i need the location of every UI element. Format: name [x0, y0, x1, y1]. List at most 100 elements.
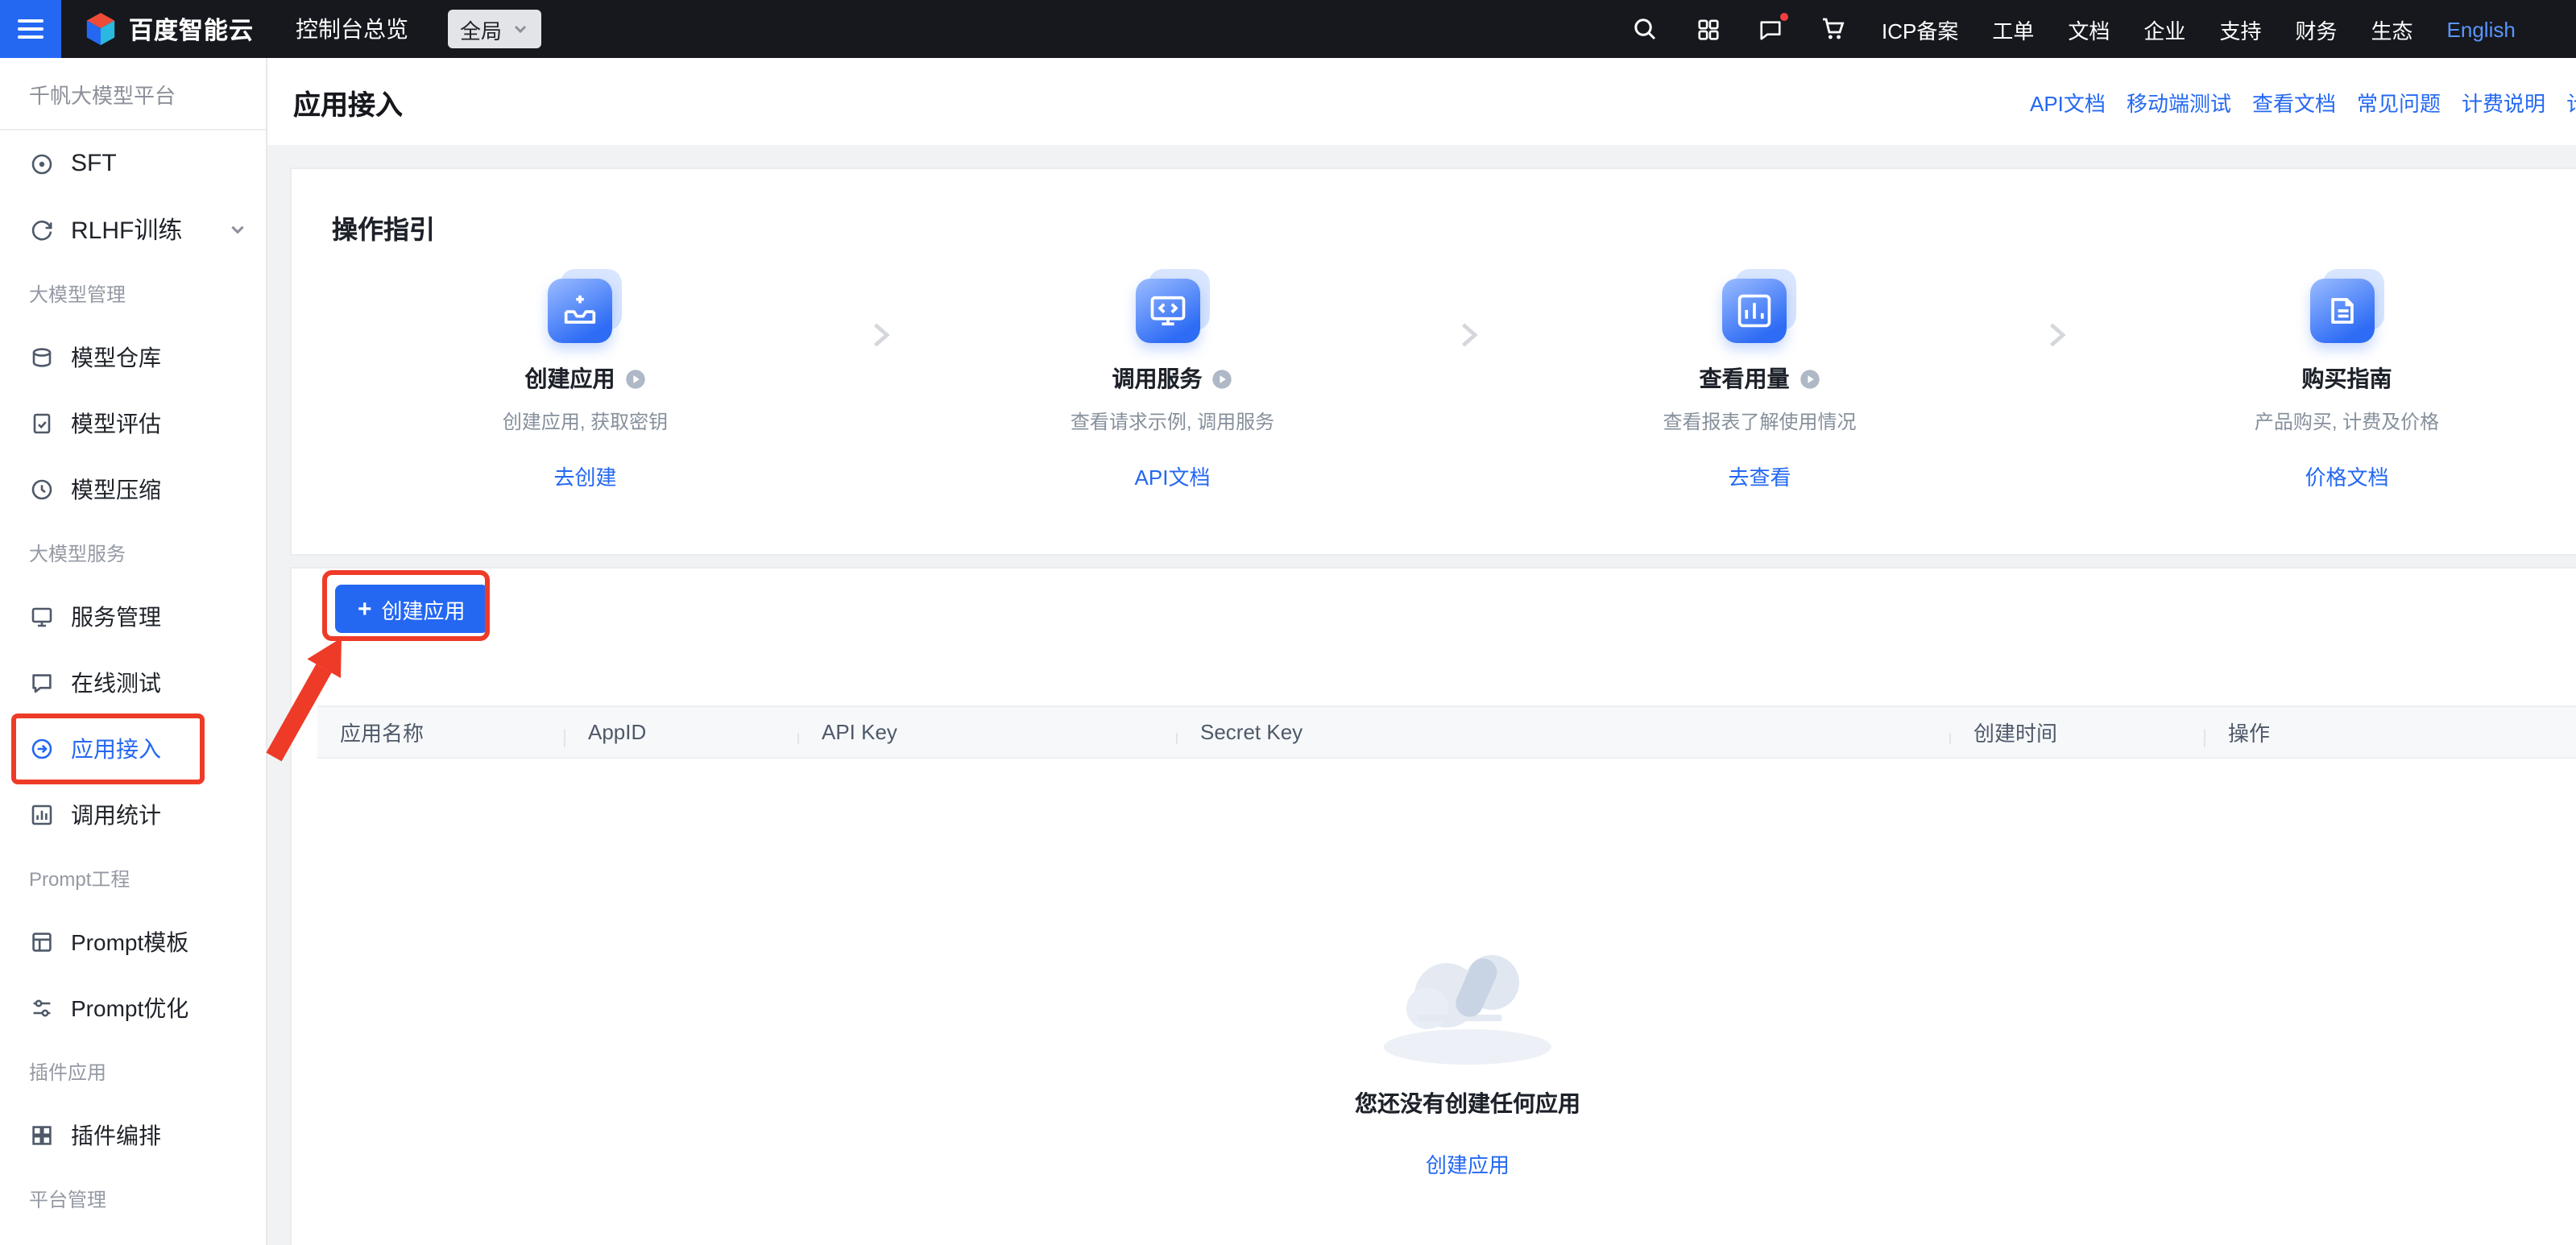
guide-title: 操作指引	[292, 169, 2576, 246]
online-test-icon	[29, 669, 55, 695]
column-api-key: API Key	[799, 720, 1178, 744]
guide-steps: 创建应用 创建应用, 获取密钥 去创建	[292, 269, 2576, 491]
sidebar-item-prompt-optimize[interactable]: Prompt优化	[0, 974, 266, 1040]
service-mgmt-icon	[29, 603, 55, 629]
messages-icon[interactable]	[1756, 14, 1785, 43]
sidebar-section-platform: 平台管理	[0, 1168, 266, 1229]
create-app-button[interactable]: + 创建应用	[335, 585, 488, 633]
sidebar-section-prompt: Prompt工程	[0, 847, 266, 908]
sidebar-item-label: 服务管理	[71, 600, 161, 632]
column-app-id: AppID	[565, 720, 799, 744]
sidebar-item-model-eval[interactable]: 模型评估	[0, 390, 266, 456]
sidebar-item-call-stats[interactable]: 调用统计	[0, 781, 266, 847]
sidebar-item-model-repo[interactable]: 模型仓库	[0, 324, 266, 390]
sidebar-item-sft[interactable]: SFT	[0, 130, 266, 196]
link-mobile-test[interactable]: 移动端测试	[2127, 86, 2231, 117]
step-desc: 查看请求示例, 调用服务	[1071, 407, 1274, 435]
play-video-icon[interactable]	[1799, 368, 1820, 389]
step-desc: 创建应用, 获取密钥	[503, 407, 668, 435]
cart-icon[interactable]	[1819, 14, 1848, 43]
empty-state-text: 您还没有创建任何应用	[1355, 1087, 1580, 1119]
column-app-name: 应用名称	[317, 717, 565, 747]
guide-step-create-app: 创建应用 创建应用, 获取密钥 去创建	[292, 269, 879, 491]
step-title: 购买指南	[2302, 362, 2392, 395]
sidebar-item-label: 模型评估	[71, 407, 161, 439]
console-page: 百度智能云 控制台总览 全局	[0, 0, 2576, 1245]
call-service-icon	[1136, 269, 1210, 343]
usage-icon	[1723, 269, 1797, 343]
chevron-right-icon	[1450, 317, 1485, 353]
rlhf-training-icon	[29, 217, 55, 242]
step-link-price-doc[interactable]: 价格文档	[2305, 461, 2388, 491]
sidebar-item-prompt-template[interactable]: Prompt模板	[0, 908, 266, 974]
call-stats-icon	[29, 801, 55, 827]
link-api-doc[interactable]: API文档	[2030, 86, 2106, 117]
sidebar-item-plugin-orchestrate[interactable]: 插件编排	[0, 1102, 266, 1168]
page-header: 应用接入 API文档 移动端测试 查看文档 常见问题 计费说明 计费管理	[267, 58, 2576, 145]
nav-link-enterprise[interactable]: 企业	[2143, 14, 2185, 44]
link-billing-mgmt[interactable]: 计费管理	[2566, 86, 2576, 117]
console-overview-link[interactable]: 控制台总览	[296, 13, 408, 45]
nav-link-language[interactable]: English	[2447, 17, 2516, 41]
sidebar-item-label: 模型压缩	[71, 473, 161, 505]
apps-grid-icon[interactable]	[1693, 14, 1722, 43]
empty-create-app-link[interactable]: 创建应用	[1426, 1148, 1510, 1179]
guide-step-usage: 查看用量 查看报表了解使用情况 去查看	[1466, 269, 2053, 491]
top-navbar: 百度智能云 控制台总览 全局	[0, 0, 2576, 58]
prompt-template-icon	[29, 929, 55, 954]
sidebar-section-model-mgmt: 大模型管理	[0, 263, 266, 324]
link-view-doc[interactable]: 查看文档	[2252, 86, 2336, 117]
chevron-down-icon	[511, 21, 528, 37]
chevron-down-icon	[229, 221, 246, 238]
step-link-api-doc[interactable]: API文档	[1135, 461, 1211, 491]
column-secret-key: Secret Key	[1178, 720, 1951, 744]
search-icon[interactable]	[1630, 14, 1659, 43]
guide-step-call-service: 调用服务 查看请求示例, 调用服务 API文档	[879, 269, 1466, 491]
guide-step-purchase: 购买指南 产品购买, 计费及价格 价格文档	[2053, 269, 2576, 491]
header-doc-links: API文档 移动端测试 查看文档 常见问题 计费说明 计费管理	[2030, 58, 2576, 145]
hamburger-menu-button[interactable]	[0, 0, 61, 58]
nav-link-ecosystem[interactable]: 生态	[2371, 14, 2413, 44]
sidebar-item-label: 应用接入	[71, 732, 161, 764]
model-compress-icon	[29, 476, 55, 502]
plugin-orchestrate-icon	[29, 1122, 55, 1148]
step-link-create[interactable]: 去创建	[553, 461, 616, 491]
sidebar-item-label: Prompt模板	[71, 925, 188, 958]
link-faq[interactable]: 常见问题	[2357, 86, 2441, 117]
purchase-guide-icon	[2310, 269, 2384, 343]
sidebar-item-model-compress[interactable]: 模型压缩	[0, 456, 266, 522]
baidu-cloud-logo-icon	[84, 10, 118, 48]
sidebar-section-plugin: 插件应用	[0, 1040, 266, 1102]
sidebar-item-service-mgmt[interactable]: 服务管理	[0, 583, 266, 649]
step-link-view-usage[interactable]: 去查看	[1728, 461, 1791, 491]
chevron-right-icon	[2038, 317, 2073, 353]
link-billing-desc[interactable]: 计费说明	[2462, 86, 2545, 117]
sidebar-item-label: 在线测试	[71, 666, 161, 698]
sidebar-item-label: 调用统计	[71, 798, 161, 830]
empty-state: 您还没有创建任何应用 创建应用	[292, 915, 2576, 1179]
nav-link-icp[interactable]: ICP备案	[1882, 14, 1958, 44]
play-video-icon[interactable]	[625, 368, 646, 389]
sidebar-item-label: 插件编排	[71, 1119, 161, 1151]
step-title: 查看用量	[1700, 362, 1790, 395]
chevron-right-icon	[862, 317, 897, 353]
nav-link-support[interactable]: 支持	[2219, 14, 2261, 44]
nav-link-tickets[interactable]: 工单	[1992, 14, 2034, 44]
empty-cloud-illustration	[1347, 915, 1588, 1068]
nav-link-docs[interactable]: 文档	[2068, 14, 2110, 44]
sidebar-item-label: 模型仓库	[71, 341, 161, 373]
sidebar-item-rlhf[interactable]: RLHF训练	[0, 196, 266, 263]
apps-card: + 创建应用 应用名称 AppID API Key Secret Key 创建时…	[290, 567, 2576, 1245]
sidebar-item-label: RLHF训练	[71, 213, 182, 246]
apps-table-header: 应用名称 AppID API Key Secret Key 创建时间 操作	[317, 705, 2576, 759]
sidebar-item-online-test[interactable]: 在线测试	[0, 649, 266, 715]
model-repo-icon	[29, 344, 55, 370]
step-desc: 查看报表了解使用情况	[1663, 407, 1856, 435]
brand[interactable]: 百度智能云	[84, 10, 254, 48]
sidebar-item-app-access[interactable]: 应用接入	[0, 715, 266, 781]
platform-title: 千帆大模型平台	[0, 58, 266, 130]
nav-link-finance[interactable]: 财务	[2295, 14, 2337, 44]
region-selector[interactable]: 全局	[447, 10, 540, 48]
play-video-icon[interactable]	[1212, 368, 1233, 389]
step-desc: 产品购买, 计费及价格	[2255, 407, 2439, 435]
